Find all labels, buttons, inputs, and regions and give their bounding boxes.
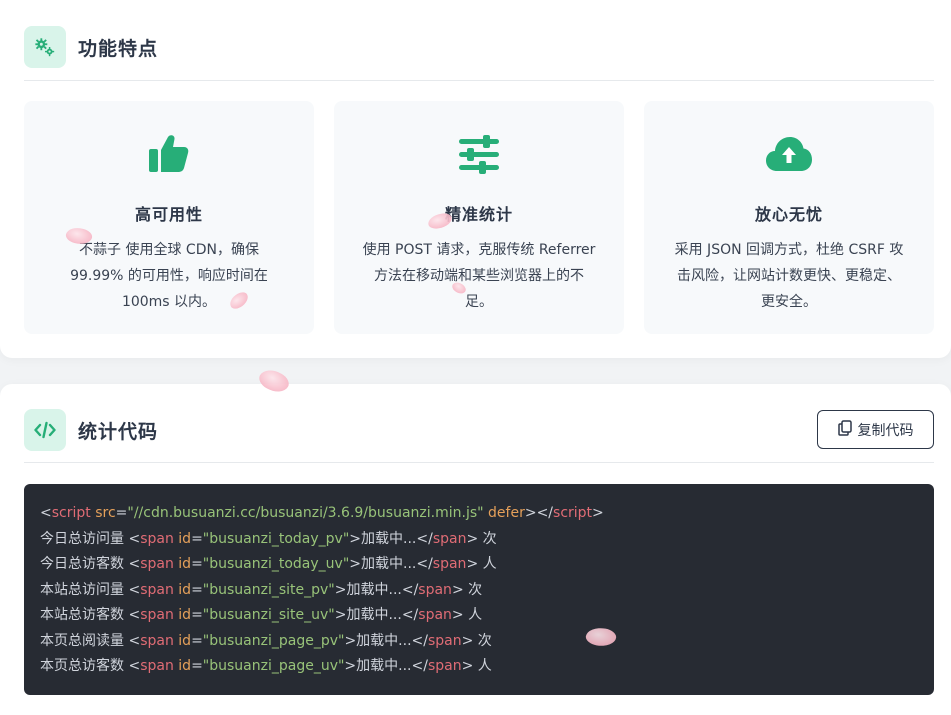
code-line: 本页总访客数 <span id="busuanzi_page_uv">加载中..… xyxy=(40,658,492,674)
sliders-icon xyxy=(334,133,624,175)
feature-desc: 不蒜子 使用全球 CDN，确保 99.99% 的可用性，响应时间在 100ms … xyxy=(70,242,268,310)
code-block[interactable]: <script src="//cdn.busuanzi.cc/busuanzi/… xyxy=(24,484,934,695)
feature-title: 高可用性 xyxy=(134,205,203,224)
features-header: 功能特点 xyxy=(24,26,934,81)
code-icon xyxy=(24,409,66,451)
code-line: 本站总访问量 <span id="busuanzi_site_pv">加载中..… xyxy=(40,581,483,598)
feature-desc: 采用 JSON 回调方式，杜绝 CSRF 攻击风险，让网站计数更快、更稳定、更安… xyxy=(674,242,904,310)
thumbs-up-icon xyxy=(24,133,314,175)
code-line: 今日总访问量 <span id="busuanzi_today_pv">加载中.… xyxy=(40,530,497,547)
code-header: 统计代码 xyxy=(24,409,934,463)
feature-card-security: 放心无忧 采用 JSON 回调方式，杜绝 CSRF 攻击风险，让网站计数更快、更… xyxy=(644,101,934,334)
code-line-script: <script src="//cdn.busuanzi.cc/busuanzi/… xyxy=(40,505,604,521)
copy-button-label: 复制代码 xyxy=(857,422,914,439)
code-line: 今日总访客数 <span id="busuanzi_today_uv">加载中.… xyxy=(40,556,497,572)
feature-title: 放心无忧 xyxy=(754,205,823,224)
features-title: 功能特点 xyxy=(78,38,159,60)
features-card: 功能特点 高可用性 不蒜子 使用全球 CDN，确保 99.99% 的可用性，响应… xyxy=(0,0,951,358)
code-line: 本页总阅读量 <span id="busuanzi_page_pv">加载中..… xyxy=(40,632,492,649)
cloud-upload-icon xyxy=(644,133,934,175)
copy-code-button[interactable]: 复制代码 xyxy=(817,410,934,449)
code-line: 本站总访客数 <span id="busuanzi_site_uv">加载中..… xyxy=(40,607,483,623)
cogs-icon xyxy=(24,26,66,68)
feature-desc: 使用 POST 请求，克服传统 Referrer 方法在移动端和某些浏览器上的不… xyxy=(362,242,596,310)
feature-title: 精准统计 xyxy=(444,205,513,224)
code-card: 统计代码 复制代码 <script src="//cdn.busuanzi.cc… xyxy=(0,384,951,715)
feature-card-accuracy: 精准统计 使用 POST 请求，克服传统 Referrer 方法在移动端和某些浏… xyxy=(334,101,624,334)
feature-card-availability: 高可用性 不蒜子 使用全球 CDN，确保 99.99% 的可用性，响应时间在 1… xyxy=(24,101,314,334)
copy-icon xyxy=(837,419,852,440)
code-title: 统计代码 xyxy=(78,421,159,443)
